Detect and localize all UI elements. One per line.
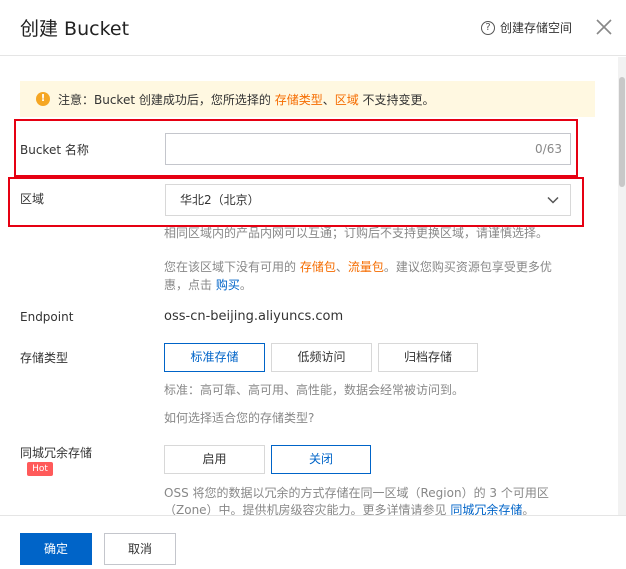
storage-class-desc: 标准：高可靠、高可用、高性能，数据会经常被访问到。 (164, 383, 465, 397)
endpoint-value: oss-cn-beijing.aliyuncs.com (164, 309, 344, 324)
dialog-header: 创建 Bucket ? 创建存储空间 (0, 0, 626, 56)
zrs-help-link[interactable]: 同城冗余存储 (450, 503, 522, 515)
notice-region: 区域 (334, 92, 359, 107)
content-scrollbar[interactable] (618, 57, 626, 515)
region-select[interactable]: 华北2（北京） (165, 184, 571, 216)
zrs-disable[interactable]: 关闭 (271, 445, 371, 474)
region-label: 区域 (20, 192, 45, 206)
notice-text: 注意：Bucket 创建成功后，您所选择的 存储类型、区域 不支持变更。 (58, 92, 435, 107)
zrs-label: 同城冗余存储 (20, 446, 93, 460)
bucket-name-input[interactable]: 0/63 (165, 133, 571, 165)
dialog-body: ! 注意：Bucket 创建成功后，您所选择的 存储类型、区域 不支持变更。 B… (0, 57, 626, 515)
create-bucket-help-link[interactable]: ? 创建存储空间 (481, 19, 572, 36)
zrs-desc-line2: （Zone）中。提供机房级容灾能力。更多详情请参见 同城冗余存储。 (164, 503, 535, 515)
storage-class-ia[interactable]: 低频访问 (271, 343, 372, 372)
close-icon[interactable] (594, 17, 614, 37)
bucket-name-label: Bucket 名称 (20, 143, 89, 157)
confirm-button[interactable]: 确定 (20, 533, 92, 565)
buy-link[interactable]: 购买 (216, 278, 240, 292)
storage-class-label: 存储类型 (20, 351, 69, 365)
traffic-package-link[interactable]: 流量包 (348, 260, 384, 274)
dialog-footer: 确定 取消 (0, 515, 626, 569)
zrs-enable[interactable]: 启用 (164, 445, 265, 474)
dialog-title: 创建 Bucket (20, 18, 130, 40)
storage-package-link[interactable]: 存储包 (300, 260, 336, 274)
zrs-desc-line1: OSS 将您的数据以冗余的方式存储在同一区域（Region）的 3 个可用区 (164, 486, 549, 500)
region-hint: 相同区域内的产品内网可以互通；订购后不支持更换区域，请谨慎选择。 (164, 226, 549, 240)
notice-storage-type: 存储类型 (274, 92, 323, 107)
help-circle-icon: ? (481, 20, 495, 35)
resource-package-hint: 您在该区域下没有可用的 存储包、流量包。建议您购买资源包享受更多优 惠，点击 购买… (164, 260, 552, 292)
hot-badge: Hot (27, 462, 53, 476)
storage-class-archive[interactable]: 归档存储 (378, 343, 478, 372)
help-link-label: 创建存储空间 (500, 21, 573, 35)
notice-banner: ! 注意：Bucket 创建成功后，您所选择的 存储类型、区域 不支持变更。 (20, 81, 595, 117)
cancel-button[interactable]: 取消 (104, 533, 176, 565)
chevron-down-icon (547, 196, 559, 204)
storage-class-help-link[interactable]: 如何选择适合您的存储类型? (164, 409, 314, 427)
bucket-name-counter: 0/63 (535, 142, 562, 156)
warning-icon: ! (36, 92, 50, 106)
scroll-thumb[interactable] (619, 77, 625, 187)
endpoint-label: Endpoint (20, 310, 74, 324)
storage-class-standard[interactable]: 标准存储 (164, 343, 265, 372)
region-selected-value: 华北2（北京） (180, 193, 260, 207)
